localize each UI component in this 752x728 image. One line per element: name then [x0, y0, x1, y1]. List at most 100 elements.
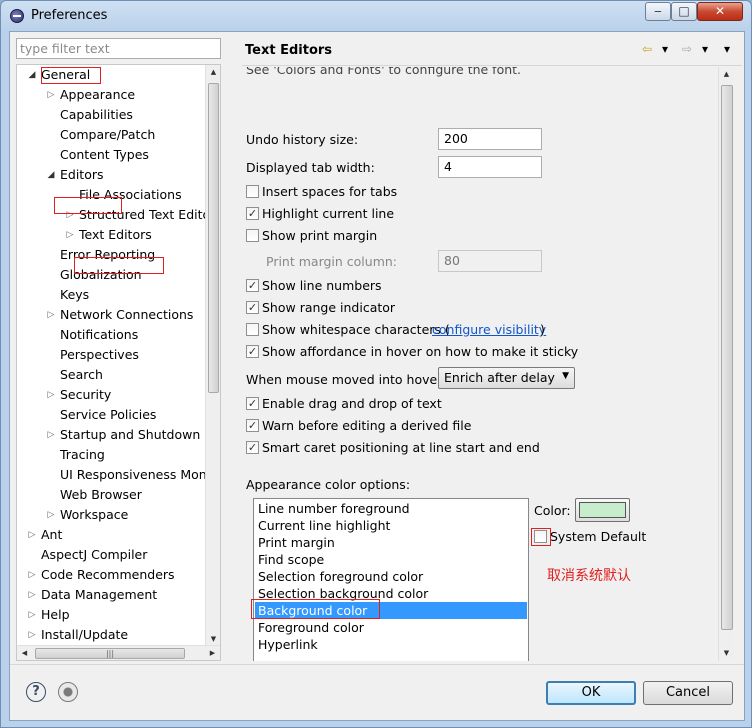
checkbox-box[interactable]: ✓ — [246, 441, 259, 454]
checkbox-label: Highlight current line — [262, 206, 395, 221]
scroll-left-icon[interactable]: ◀ — [17, 646, 32, 660]
scroll-up-icon[interactable]: ▲ — [719, 67, 734, 82]
highlight-box-general — [41, 67, 101, 84]
color-option-item[interactable]: Line number foreground — [255, 500, 527, 517]
tree-item-label: Content Types — [60, 147, 149, 162]
collapse-icon[interactable]: ◢ — [46, 165, 56, 185]
expand-icon[interactable]: ▷ — [27, 585, 37, 605]
text-editors-preferences: See 'Colors and Fonts' to configure the … — [242, 67, 742, 661]
checkbox-label: Enable drag and drop of text — [262, 396, 442, 411]
highlight-box-editors — [54, 197, 122, 214]
tree-item-label: Notifications — [60, 327, 139, 342]
collapse-icon[interactable]: ◢ — [27, 65, 37, 85]
expand-icon[interactable]: ▷ — [46, 505, 56, 525]
preferences-vertical-scrollbar[interactable]: ▲ ▼ — [718, 67, 734, 661]
h-scroll-thumb[interactable]: ||| — [35, 648, 185, 659]
scroll-thumb[interactable] — [721, 85, 733, 630]
color-option-item[interactable]: Hyperlink — [255, 636, 527, 653]
checkbox-label: Show affordance in hover on how to make … — [262, 344, 579, 359]
expand-icon[interactable]: ▷ — [46, 425, 56, 445]
expand-icon[interactable]: ▷ — [46, 385, 56, 405]
scroll-up-icon[interactable]: ▲ — [206, 65, 220, 80]
color-option-item[interactable]: Print margin — [255, 534, 527, 551]
dialog-client: type filter text ◢ General ▷ Appearance Capa… — [9, 31, 745, 721]
tree-item-label: Network Connections — [60, 307, 194, 322]
expand-icon[interactable]: ▷ — [46, 85, 56, 105]
checkbox-box[interactable] — [246, 229, 259, 242]
highlight-box-background-color — [251, 599, 380, 619]
import-export-icon[interactable] — [58, 682, 78, 702]
tree-item-label: Startup and Shutdown — [60, 427, 201, 442]
help-icon[interactable]: ? — [26, 682, 46, 702]
view-menu-icon[interactable]: ▾ — [724, 42, 730, 56]
undo-history-input[interactable]: 200 — [438, 128, 542, 150]
checkbox-label: Show range indicator — [262, 300, 396, 315]
checkbox-box[interactable]: ✓ — [246, 397, 259, 410]
preferences-window: Preferences ‒ □ ✕ type filter text ◢ Gene… — [0, 0, 752, 728]
color-option-item[interactable]: Find scope — [255, 551, 527, 568]
checkbox-box[interactable]: ✓ — [246, 207, 259, 220]
color-option-item[interactable]: Foreground color — [255, 619, 527, 636]
highlight-box-text-editors — [74, 257, 164, 274]
checkbox-box[interactable]: ✓ — [246, 419, 259, 432]
close-button[interactable]: ✕ — [697, 2, 743, 21]
tree-item-label: Compare/Patch — [60, 127, 156, 142]
print-margin-column-label: Print margin column: — [266, 254, 398, 269]
expand-icon[interactable]: ▷ — [65, 225, 75, 245]
page-title: Text Editors — [245, 43, 333, 58]
checkbox-box[interactable]: ✓ — [246, 279, 259, 292]
checkbox-box[interactable]: ✓ — [246, 345, 259, 358]
expand-icon[interactable]: ▷ — [27, 565, 37, 585]
color-option-item[interactable]: Current line highlight — [255, 517, 527, 534]
hover-select-value: Enrich after delay — [444, 370, 555, 385]
expand-icon[interactable]: ▷ — [27, 525, 37, 545]
tree-item-label: Tracing — [60, 447, 105, 462]
scroll-down-icon[interactable]: ▼ — [719, 646, 734, 661]
back-menu-icon[interactable]: ▾ — [662, 42, 668, 56]
tree-item-label: Perspectives — [60, 347, 139, 362]
print-margin-column-input[interactable]: 80 — [438, 250, 542, 272]
fonts-hint-text: See 'Colors and Fonts' to configure the … — [246, 67, 522, 77]
closing-paren: ) — [540, 322, 545, 337]
footer-separator — [10, 664, 744, 665]
scroll-right-icon[interactable]: ▶ — [205, 646, 220, 660]
preference-tree[interactable]: ◢ General ▷ Appearance Capabilities Compare/P… — [16, 64, 221, 661]
color-option-item[interactable]: Selection foreground color — [255, 568, 527, 585]
eclipse-icon — [10, 9, 24, 23]
hover-select[interactable]: Enrich after delay ▼ — [438, 367, 575, 389]
scroll-thumb[interactable] — [208, 83, 219, 393]
color-picker-button[interactable] — [575, 498, 630, 522]
color-swatch — [579, 502, 626, 518]
tab-width-label: Displayed tab width: — [246, 160, 375, 175]
checkbox-box[interactable] — [246, 185, 259, 198]
forward-arrow-icon[interactable]: ⇨ — [682, 42, 692, 56]
expand-icon[interactable]: ▷ — [46, 305, 56, 325]
tree-item-label: Install/Update — [41, 627, 129, 642]
filter-input[interactable]: type filter text — [16, 38, 221, 59]
checkbox-box[interactable]: ✓ — [246, 301, 259, 314]
color-options-list[interactable]: Line number foreground Current line highl… — [253, 498, 529, 661]
tree-vertical-scrollbar[interactable]: ▲ ▼ — [205, 65, 220, 647]
tree-item-label: Capabilities — [60, 107, 133, 122]
tree-item-label: Help — [41, 607, 70, 622]
cancel-button[interactable]: Cancel — [643, 681, 733, 705]
forward-menu-icon[interactable]: ▾ — [702, 42, 708, 56]
configure-visibility-link[interactable]: configure visibility — [432, 322, 546, 337]
minimize-button[interactable]: ‒ — [645, 2, 671, 21]
expand-icon[interactable]: ▷ — [27, 605, 37, 625]
expand-icon[interactable]: ▷ — [27, 625, 37, 645]
appearance-color-options-label: Appearance color options: — [246, 477, 411, 492]
ok-button[interactable]: OK — [546, 681, 636, 705]
tree-item-label: Service Policies — [60, 407, 157, 422]
highlight-box-system-default — [531, 528, 551, 546]
tree-item-label: Workspace — [60, 507, 129, 522]
tree-item-label: AspectJ Compiler — [41, 547, 148, 562]
tree-horizontal-scrollbar[interactable]: ◀ ||| ▶ — [17, 645, 220, 660]
checkbox-label: Smart caret positioning at line start an… — [262, 440, 540, 455]
tab-width-input[interactable]: 4 — [438, 156, 542, 178]
checkbox-box[interactable] — [246, 323, 259, 336]
back-arrow-icon[interactable]: ⇦ — [642, 42, 652, 56]
tree-item-label: UI Responsiveness Monitoring — [60, 467, 220, 482]
tree-item-label: Keys — [60, 287, 90, 302]
maximize-button[interactable]: □ — [671, 2, 697, 21]
